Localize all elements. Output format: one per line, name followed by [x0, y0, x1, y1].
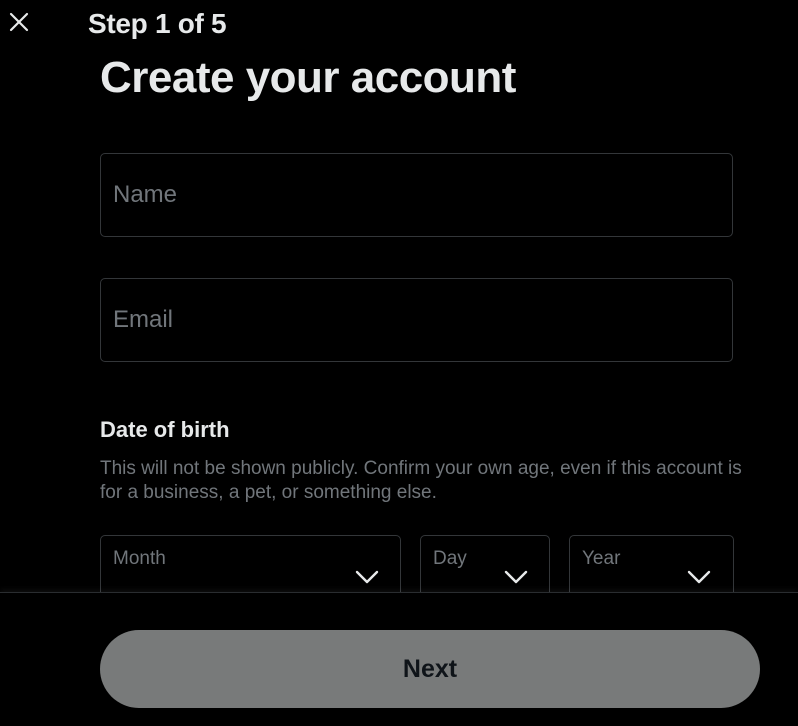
close-button[interactable]: [4, 7, 34, 37]
step-indicator: Step 1 of 5: [88, 8, 227, 39]
signup-dialog: Step 1 of 5 Create your account Date of …: [0, 0, 798, 726]
email-field-container: [100, 278, 733, 362]
email-input[interactable]: [101, 279, 732, 361]
close-icon: [9, 12, 29, 32]
name-field-container: [100, 153, 733, 237]
year-select-label: Year: [582, 548, 621, 569]
page-title: Create your account: [100, 53, 516, 102]
next-button[interactable]: Next: [100, 630, 760, 708]
chevron-down-icon: [687, 570, 711, 584]
month-select-label: Month: [113, 548, 166, 569]
name-input[interactable]: [101, 154, 732, 236]
chevron-down-icon: [355, 570, 379, 584]
chevron-down-icon: [504, 570, 528, 584]
dob-description: This will not be shown publicly. Confirm…: [100, 458, 742, 503]
day-select-label: Day: [433, 548, 467, 569]
dob-heading: Date of birth: [100, 417, 230, 442]
